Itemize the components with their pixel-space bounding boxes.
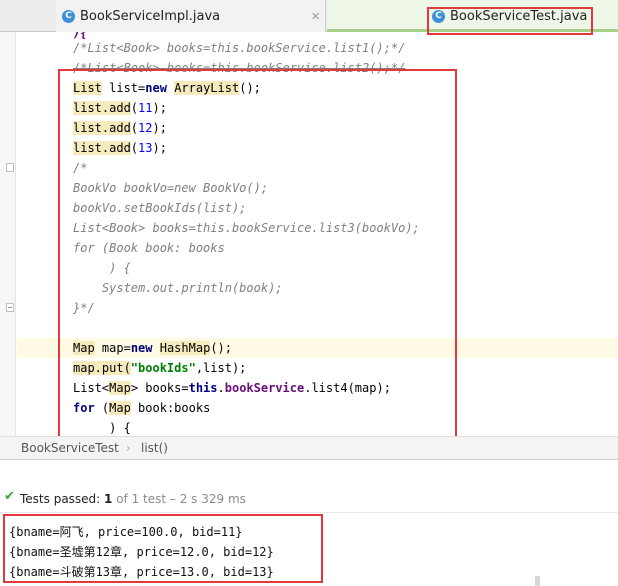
fold-marker-icon[interactable] bbox=[6, 303, 14, 312]
editor-gutter bbox=[0, 32, 16, 436]
breadcrumb-class[interactable]: BookServiceTest bbox=[21, 441, 119, 455]
annotation-box-console bbox=[3, 514, 323, 583]
breadcrumb: BookServiceTest › list() bbox=[0, 436, 618, 460]
test-status-bar: ✔ Tests passed: 1 of 1 test – 2 s 329 ms bbox=[0, 486, 618, 512]
class-icon: C bbox=[62, 9, 75, 23]
close-icon[interactable]: ✕ bbox=[311, 10, 320, 23]
annotation-box-code bbox=[58, 69, 457, 443]
tab-label: BookServiceImpl.java bbox=[80, 8, 221, 24]
tab-bookserviceimpl[interactable]: C BookServiceImpl.java ✕ bbox=[56, 0, 326, 32]
code-line: /*List<Book> books=this.bookService.list… bbox=[73, 41, 406, 55]
check-icon: ✔ bbox=[4, 489, 15, 504]
fold-marker-icon[interactable] bbox=[6, 163, 14, 172]
breadcrumb-method[interactable]: list() bbox=[141, 441, 168, 455]
annotation-box-tab bbox=[427, 7, 593, 35]
tests-passed-label: Tests passed: 1 of 1 test – 2 s 329 ms bbox=[20, 492, 246, 506]
breadcrumb-separator: › bbox=[126, 441, 131, 455]
scrollbar[interactable] bbox=[535, 576, 540, 586]
